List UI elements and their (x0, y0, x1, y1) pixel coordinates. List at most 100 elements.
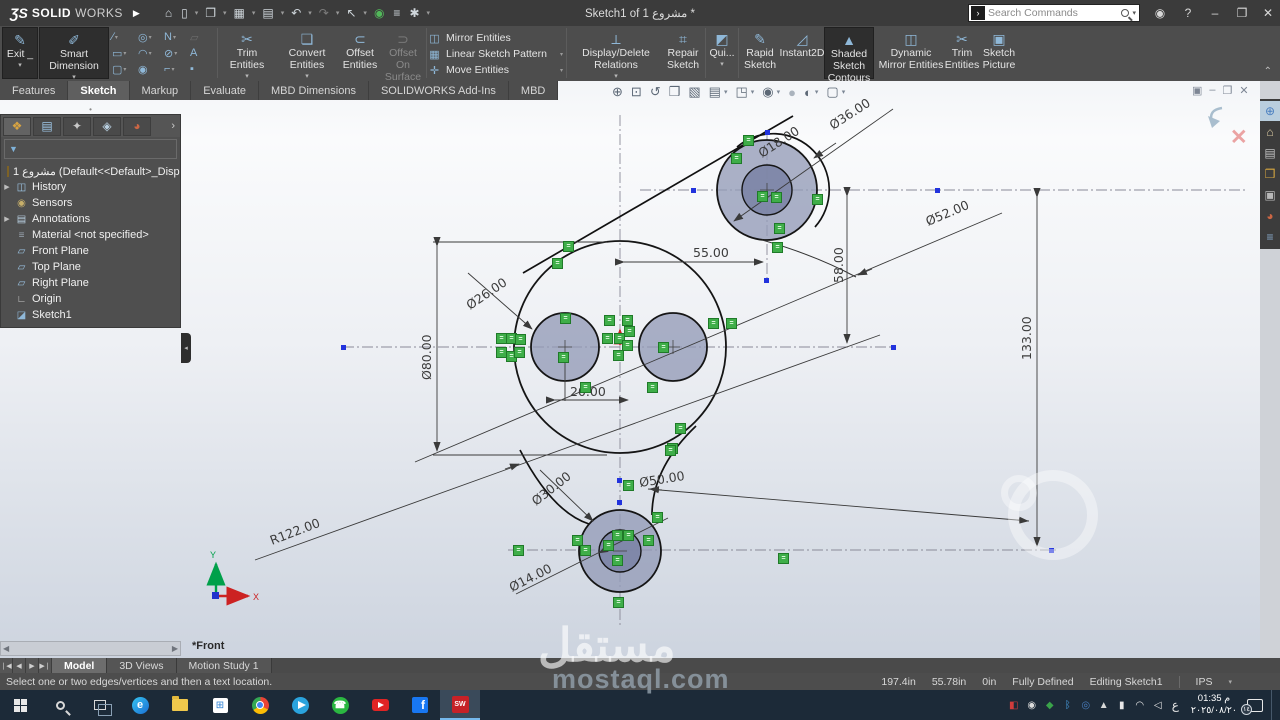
search-commands-box[interactable]: › Search Commands ▾ (968, 4, 1140, 22)
display-delete-relations-button[interactable]: ⟂ Display/Delete Relations ▾ (570, 27, 662, 79)
performance-icon[interactable]: ◉ (371, 5, 387, 21)
exit-sketch-button[interactable]: ✎ Exit _ ▾ (2, 27, 38, 79)
chrome-app[interactable] (240, 690, 280, 720)
text-tool[interactable]: A (190, 45, 216, 61)
tab-dimxpert-manager[interactable]: ◈ (93, 117, 121, 136)
tab-mbd-dimensions[interactable]: MBD Dimensions (259, 81, 369, 100)
constraint-icon[interactable]: = (624, 326, 635, 337)
repair-sketch-button[interactable]: ⌗ Repair Sketch (663, 27, 703, 79)
tab-mbd[interactable]: MBD (509, 81, 558, 100)
mirror-entities-button[interactable]: ◫ Mirror Entities (428, 30, 563, 46)
sketch-point[interactable] (764, 278, 769, 283)
circle-tool[interactable]: ◎▾ (138, 29, 164, 45)
tab-configuration-manager[interactable]: ✦ (63, 117, 91, 136)
tab-sketch[interactable]: Sketch (68, 81, 129, 100)
resources-home-icon[interactable]: ⌂ (1260, 122, 1280, 142)
smart-dimension-button[interactable]: ✐ Smart Dimension ▾ (39, 27, 109, 79)
security-shield-icon[interactable]: ▲ (1098, 700, 1110, 711)
unit-system[interactable]: IPS (1196, 676, 1213, 688)
search-scope-icon[interactable]: › (971, 6, 985, 20)
home-icon[interactable]: ⌂ (162, 5, 175, 21)
telegram-app[interactable] (280, 690, 320, 720)
constraint-icon[interactable]: = (774, 223, 785, 234)
print-icon[interactable]: ▤ (259, 5, 276, 21)
instant2d-button[interactable]: ◿ Instant2D (781, 27, 823, 79)
constraint-icon[interactable]: = (743, 135, 754, 146)
tree-filter-box[interactable]: ▼ (4, 139, 177, 159)
tab-property-manager[interactable]: ▤ (33, 117, 61, 136)
youtube-app[interactable] (360, 690, 400, 720)
nav-first-icon[interactable]: ❘◀ (0, 658, 13, 673)
doc-close-icon[interactable]: ✕ (1239, 84, 1248, 97)
solidworks-app[interactable]: SW (440, 690, 480, 720)
constraint-icon[interactable]: = (580, 382, 591, 393)
nav-last-icon[interactable]: ▶❘ (39, 658, 52, 673)
drawing-view-icon[interactable]: ▧ (688, 84, 700, 100)
clock[interactable]: 01:35 م ٢٠٢٥/٠٨/٢٠ (1187, 693, 1241, 717)
constraint-icon[interactable]: = (675, 423, 686, 434)
constraint-icon[interactable]: = (552, 258, 563, 269)
tray-app1-icon[interactable]: ◧ (1008, 700, 1020, 711)
constraint-icon[interactable]: = (726, 318, 737, 329)
constraint-icon[interactable]: = (772, 242, 783, 253)
constraint-icon[interactable]: = (602, 333, 613, 344)
constraint-icon[interactable]: = (563, 241, 574, 252)
constraint-icon[interactable]: = (560, 313, 571, 324)
facebook-app[interactable]: f (400, 690, 440, 720)
tray-app4-icon[interactable]: ◎ (1080, 700, 1092, 711)
custom-properties-icon[interactable]: ≡ (1260, 227, 1280, 247)
sketch-point[interactable] (935, 188, 940, 193)
volume-icon[interactable]: ◁ (1152, 700, 1164, 711)
tab-markup[interactable]: Markup (130, 81, 192, 100)
panel-scrollbar[interactable]: ◀ ▶ (0, 641, 181, 656)
nav-next-icon[interactable]: ▶ (26, 658, 39, 673)
tree-item-history[interactable]: ▶ ◫ History (3, 179, 180, 195)
convert-entities-button[interactable]: ❏ Convert Entities ▾ (276, 27, 338, 79)
trim-entities-2-button[interactable]: ✂ Trim Entities (947, 27, 977, 79)
sketch-point[interactable] (891, 345, 896, 350)
constraint-icon[interactable]: = (613, 350, 624, 361)
task-view-button[interactable] (80, 690, 120, 720)
shaded-sketch-contours-button[interactable]: ▲ Shaded Sketch Contours (824, 27, 874, 79)
constraint-icon[interactable]: = (623, 480, 634, 491)
constraint-icon[interactable]: = (612, 530, 623, 541)
store-app[interactable]: ⊞ (200, 690, 240, 720)
tab-evaluate[interactable]: Evaluate (191, 81, 259, 100)
design-library-icon[interactable]: ▤ (1260, 143, 1280, 163)
restore-button[interactable]: ❐ (1230, 0, 1254, 26)
constraint-icon[interactable]: = (612, 555, 623, 566)
tree-item-origin[interactable]: ∟ Origin (3, 291, 180, 307)
constraint-icon[interactable]: = (812, 194, 823, 205)
previous-view-icon[interactable]: ↺ (650, 84, 661, 100)
doc-pin-icon[interactable]: ▣ (1192, 84, 1202, 97)
file-explorer-app[interactable] (160, 690, 200, 720)
tree-item-annotations[interactable]: ▶ ▤ Annotations (3, 211, 180, 227)
move-entities-button[interactable]: ✛ Move Entities ▾ (428, 62, 563, 78)
bluetooth-icon[interactable]: ᛒ (1062, 700, 1074, 711)
tree-item-front-plane[interactable]: ▱ Front Plane (3, 243, 180, 259)
ribbon-collapse-icon[interactable]: ⌃ (1264, 66, 1272, 77)
tree-item-right-plane[interactable]: ▱ Right Plane (3, 275, 180, 291)
notification-center-icon[interactable]: ١٤ (1247, 699, 1263, 712)
tab-display-manager[interactable]: ◕ (123, 117, 151, 136)
close-button[interactable]: ✕ (1256, 0, 1280, 26)
taskbar-search-button[interactable] (40, 690, 80, 720)
file-explorer-pane-icon[interactable]: ❒ (1260, 164, 1280, 184)
constraint-icon[interactable]: = (647, 382, 658, 393)
tab-features[interactable]: Features (0, 81, 68, 100)
section-view-icon[interactable]: ❒ (669, 84, 681, 100)
appearances-icon[interactable]: ◕ (1260, 206, 1280, 226)
edge-app[interactable]: e (120, 690, 160, 720)
rectangle-tool[interactable]: ▭▾ (112, 45, 138, 61)
spline-tool[interactable]: Ν▾ (164, 29, 190, 45)
show-desktop-button[interactable] (1271, 690, 1274, 720)
options-gear-icon[interactable]: ✱ (406, 5, 422, 21)
constraint-icon[interactable]: = (515, 334, 526, 345)
constraint-icon[interactable]: = (708, 318, 719, 329)
quick-snaps-button[interactable]: ◩ Qui... ▾ (708, 27, 736, 79)
tray-app2-icon[interactable]: ◉ (1026, 700, 1038, 711)
constraint-icon[interactable]: = (513, 545, 524, 556)
display-style-icon[interactable]: ◉ (762, 84, 773, 100)
constraint-icon[interactable]: = (757, 191, 768, 202)
select-cursor-icon[interactable]: ↖ (343, 5, 359, 21)
